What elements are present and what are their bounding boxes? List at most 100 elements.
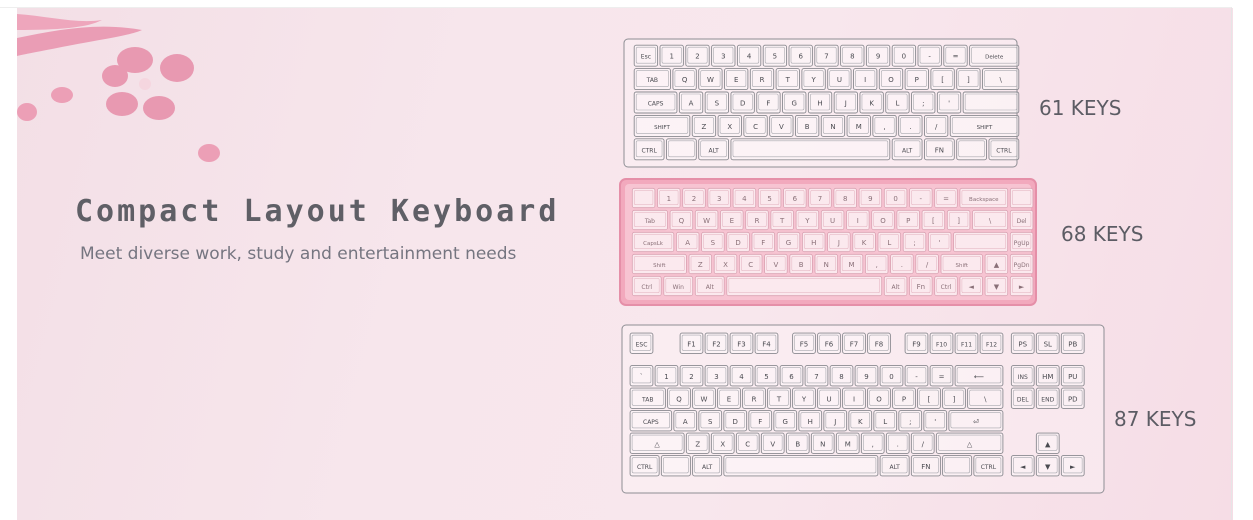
key-label: 3 bbox=[717, 195, 721, 203]
key: CAPS bbox=[629, 410, 673, 432]
key: T bbox=[775, 68, 800, 91]
key-label: Ctrl bbox=[941, 284, 952, 291]
key: 4 bbox=[736, 44, 762, 67]
key: I bbox=[842, 387, 866, 409]
key: 3 bbox=[704, 365, 729, 387]
key-label: INS bbox=[1018, 374, 1028, 381]
key-label: 4 bbox=[747, 53, 752, 61]
key: ALT bbox=[879, 455, 910, 477]
key: 3 bbox=[707, 187, 731, 209]
key: V bbox=[764, 253, 788, 275]
key: X bbox=[717, 114, 742, 137]
key-label: Win bbox=[673, 284, 684, 291]
key: Backspace bbox=[959, 187, 1009, 209]
key-label: CTRL bbox=[996, 147, 1012, 154]
key-label: M bbox=[845, 440, 851, 448]
key: 8 bbox=[833, 187, 857, 209]
key-label: ; bbox=[922, 100, 924, 108]
key-label: Y bbox=[801, 395, 807, 403]
key-label: Y bbox=[804, 217, 810, 225]
key-label: Esc bbox=[641, 54, 651, 61]
key-label: Del bbox=[1017, 218, 1027, 225]
key: 5 bbox=[757, 187, 782, 209]
key: F bbox=[756, 91, 781, 114]
key: ▲ bbox=[984, 253, 1009, 275]
key: B bbox=[785, 432, 810, 454]
key: . bbox=[890, 253, 914, 275]
key-label: X bbox=[727, 123, 732, 131]
key: [ bbox=[917, 387, 941, 409]
key: U bbox=[820, 209, 845, 231]
key: 1 bbox=[659, 44, 684, 67]
key: L bbox=[873, 410, 898, 432]
key bbox=[660, 455, 691, 477]
key: D bbox=[723, 410, 748, 432]
key: 7 bbox=[808, 187, 832, 209]
key-label: 1 bbox=[667, 195, 671, 203]
key-label: , bbox=[872, 440, 874, 448]
key: Alt bbox=[694, 275, 725, 297]
key: G bbox=[776, 231, 801, 253]
key-label: TAB bbox=[646, 77, 658, 84]
key-label: Q bbox=[676, 395, 682, 403]
key: ESC bbox=[629, 332, 654, 354]
key-label: 7 bbox=[824, 53, 828, 61]
key: ALT bbox=[698, 138, 729, 161]
key: CapsLk bbox=[631, 231, 675, 253]
key-label: END bbox=[1041, 396, 1054, 403]
key-label: E bbox=[734, 76, 738, 84]
key: 2 bbox=[679, 365, 704, 387]
key-label: 9 bbox=[868, 195, 872, 203]
key-label: Shift bbox=[955, 263, 968, 269]
key: \ bbox=[967, 387, 1004, 409]
key-label: V bbox=[770, 440, 775, 448]
key-label: ALT bbox=[902, 147, 913, 154]
key: G bbox=[782, 91, 807, 114]
key: , bbox=[864, 253, 889, 275]
key-label: K bbox=[858, 418, 863, 426]
key-label: Q bbox=[679, 217, 685, 225]
key-label: Alt bbox=[892, 284, 901, 291]
key-label: ▲ bbox=[1045, 440, 1051, 448]
key-label: ` bbox=[640, 373, 644, 381]
key: X bbox=[710, 432, 735, 454]
key: Esc bbox=[633, 44, 659, 67]
key: 2 bbox=[685, 44, 710, 67]
key: C bbox=[743, 114, 768, 137]
key-label: 0 bbox=[902, 53, 906, 61]
key: O bbox=[867, 387, 891, 409]
key: F bbox=[751, 231, 776, 253]
key: 7 bbox=[814, 44, 839, 67]
key-label: Q bbox=[682, 76, 688, 84]
key: SL bbox=[1035, 332, 1060, 354]
keyboard-61-label: 61 KEYS bbox=[1039, 96, 1122, 120]
key: CAPS bbox=[633, 91, 678, 114]
key-label: ◄ bbox=[1020, 463, 1026, 471]
key-label: ► bbox=[1070, 463, 1076, 471]
key-label: F bbox=[766, 100, 770, 108]
key: ] bbox=[956, 68, 981, 91]
key-label: 9 bbox=[876, 53, 880, 61]
key: 0 bbox=[891, 44, 917, 67]
key-label: X bbox=[723, 261, 728, 269]
key: 9 bbox=[858, 187, 883, 209]
key-label: G bbox=[783, 418, 788, 426]
key: E bbox=[724, 68, 749, 91]
key-label: B bbox=[805, 123, 810, 131]
key-label: 9 bbox=[864, 373, 868, 381]
key: 1 bbox=[657, 187, 681, 209]
key-label: Fn bbox=[917, 283, 925, 291]
key: D bbox=[726, 231, 750, 253]
key: ; bbox=[898, 410, 923, 432]
key-label: ▲ bbox=[994, 261, 1000, 269]
key: 5 bbox=[762, 44, 788, 67]
key-label: X bbox=[720, 440, 725, 448]
key-label: CTRL bbox=[641, 147, 657, 154]
key: ' bbox=[923, 410, 948, 432]
keyboard-68-keys: 1 2 3 4 5 6 7 8 9 0 - = Backspace Tab Q W E R T Y U I O P [] \ Del… bbox=[619, 178, 1037, 306]
key: ; bbox=[902, 231, 927, 253]
key: Shift bbox=[940, 253, 983, 275]
key-label: F10 bbox=[936, 341, 947, 348]
key-label: 4 bbox=[742, 195, 747, 203]
key: 4 bbox=[729, 365, 754, 387]
